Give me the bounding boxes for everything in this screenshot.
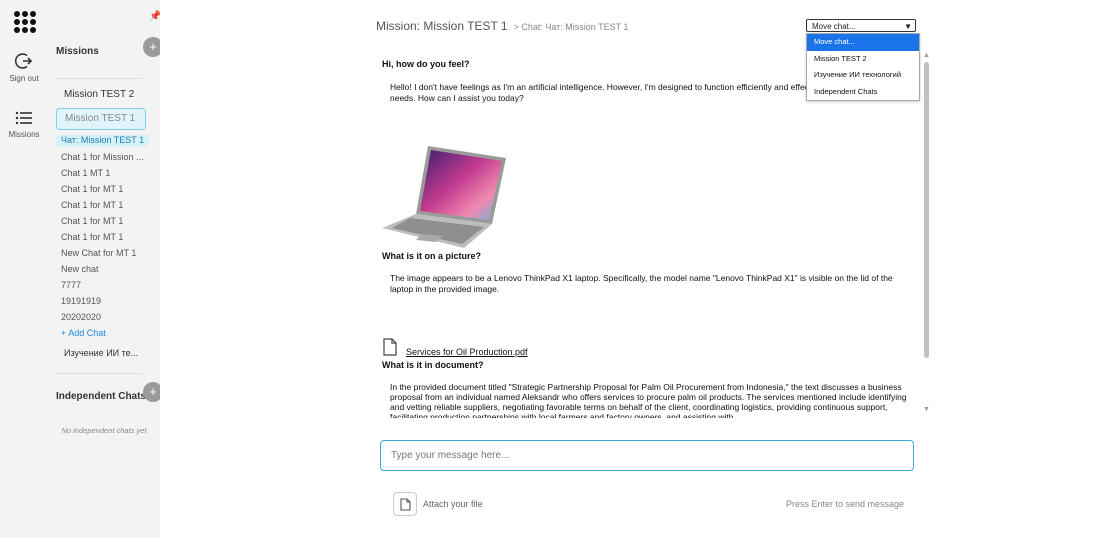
independent-chats-title: Independent Chats [56,391,147,402]
chat-item[interactable]: 19191919 [61,296,101,306]
divider [56,78,142,79]
move-chat-select[interactable]: Move chat... ▼ [806,19,916,32]
message-list: Hi, how do you feel? Hello! I don't have… [380,56,920,418]
attach-file-button[interactable] [393,492,417,516]
missions-button[interactable]: Missions [0,110,48,139]
mission-item[interactable]: Mission TEST 2 [64,89,134,100]
chat-item[interactable]: New Chat for MT 1 [61,248,136,258]
laptop-image [382,146,506,248]
file-icon [400,498,411,511]
chat-item[interactable]: Chat 1 for MT 1 [61,200,123,210]
missions-label: Missions [8,130,40,139]
chat-item[interactable]: Chat 1 for Mission ... [61,152,144,162]
chat-item[interactable]: Chat 1 MT 1 [61,168,110,178]
document-icon [383,338,397,356]
sidebar: 📌 Missions + Mission TEST 2 Mission TEST… [48,0,163,538]
assistant-message: The image appears to be a Lenovo ThinkPa… [390,273,893,294]
move-chat-dropdown: Move chat... Mission TEST 2 Изучение ИИ … [806,33,920,101]
missions-title: Missions [56,46,99,57]
attachment-link[interactable]: Services for Oil Production.pdf [406,347,528,357]
move-chat-selected: Move chat... [812,22,856,31]
user-message: Hi, how do you feel? [382,59,470,69]
dropdown-option[interactable]: Move chat... [807,34,919,51]
add-chat-button[interactable]: + Add Chat [61,328,106,338]
scroll-up-icon[interactable]: ▲ [923,52,930,59]
scrollbar[interactable]: ▲ ▼ [922,52,930,414]
assistant-message: In the provided document titled "Strateg… [390,382,907,418]
mission-item-selected[interactable]: Mission TEST 1 [56,108,146,130]
chat-item[interactable]: 20202020 [61,312,101,322]
dropdown-option[interactable]: Independent Chats [807,84,919,101]
page-title: Mission: Mission TEST 1 [376,19,508,33]
dropdown-option[interactable]: Mission TEST 2 [807,51,919,68]
chat-panel: Mission: Mission TEST 1 > Chat: Чат: Miss… [160,0,1114,538]
breadcrumb-chat: > Chat: Чат: Mission TEST 1 [513,22,629,32]
send-hint: Press Enter to send message [786,499,905,509]
chat-item-active[interactable]: Чат: Mission TEST 1 [56,135,150,146]
chat-item[interactable]: Chat 1 for MT 1 [61,232,123,242]
chat-item[interactable]: New chat [61,264,99,274]
sign-out-button[interactable]: Sign out [0,52,48,83]
chat-item[interactable]: 7777 [61,280,81,290]
user-message: What is it on a picture? [382,251,482,261]
chat-item[interactable]: Chat 1 for MT 1 [61,216,123,226]
message-input[interactable] [380,440,914,471]
scroll-down-icon[interactable]: ▼ [923,406,930,413]
scrollbar-thumb[interactable] [924,62,929,358]
empty-state-text: No independent chats yet [61,426,147,435]
divider [56,373,142,374]
sign-out-icon [15,53,33,69]
user-message: What is it in document? [382,360,484,370]
breadcrumb: Mission: Mission TEST 1 > Chat: Чат: Miss… [376,19,629,33]
sign-out-label: Sign out [9,74,39,83]
list-icon [15,111,32,125]
chevron-down-icon: ▼ [904,22,912,31]
nav-rail: Sign out Missions [0,0,48,538]
mission-item[interactable]: Изучение ИИ те... [64,348,138,358]
attach-file-label[interactable]: Attach your file [423,499,483,509]
dropdown-option[interactable]: Изучение ИИ технологий [807,67,919,84]
app-logo-icon[interactable] [14,11,36,33]
chat-item[interactable]: Chat 1 for MT 1 [61,184,123,194]
